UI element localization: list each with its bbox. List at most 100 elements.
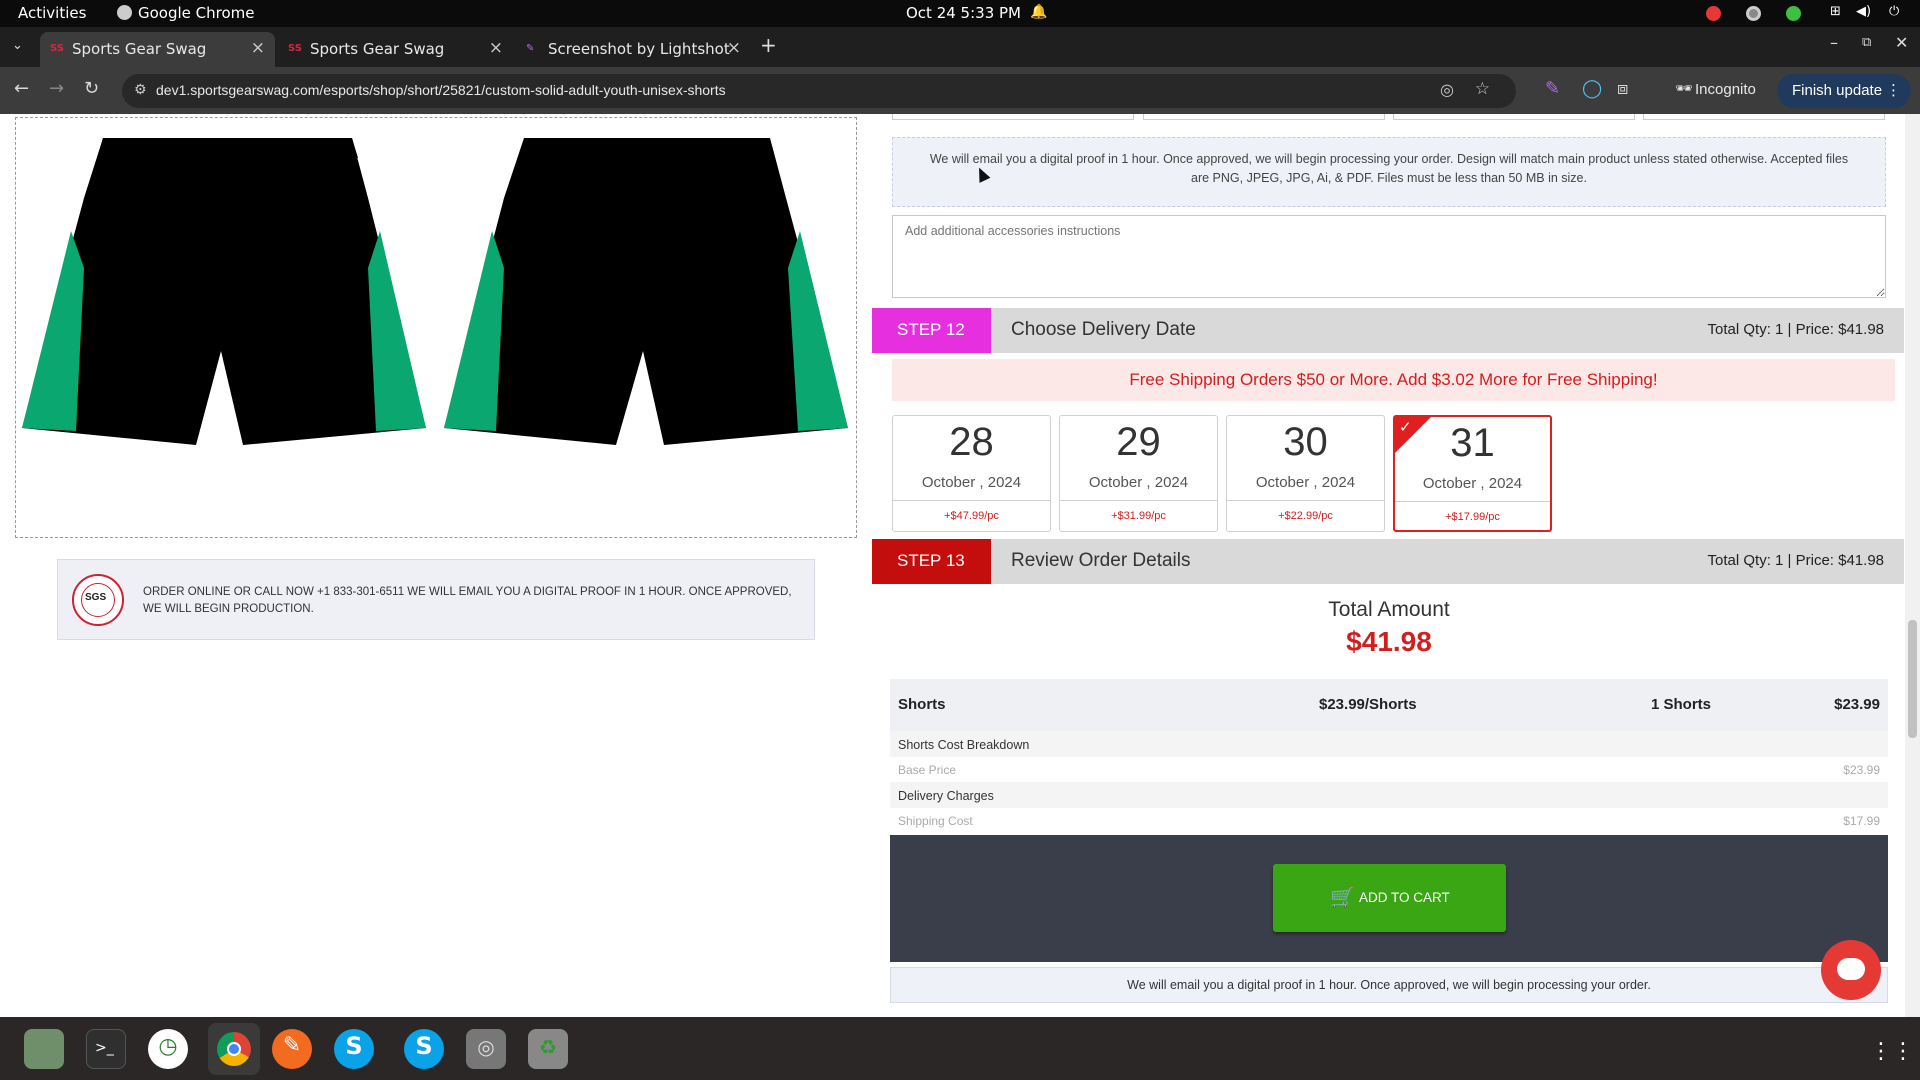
base-price-value: $23.99	[1843, 763, 1880, 777]
bookmark-star-icon[interactable]: ☆	[1475, 79, 1490, 99]
shorts-preview-image	[22, 138, 848, 445]
power-icon[interactable]: ⏻	[1889, 4, 1899, 19]
accessory-input-2[interactable]	[1143, 114, 1385, 120]
step12-qty-price: Total Qty: 1 | Price: $41.98	[1707, 321, 1884, 338]
tab-close-icon[interactable]: ×	[489, 38, 503, 58]
forward-icon[interactable]: →	[49, 78, 64, 99]
bell-icon[interactable]: 🔔	[1030, 4, 1047, 20]
restore-icon[interactable]: ⧉	[1862, 35, 1871, 50]
finish-update-button[interactable]: Finish update ⋮	[1777, 74, 1911, 108]
item-name: Shorts	[898, 696, 946, 713]
delivery-label: Delivery Charges	[898, 789, 994, 803]
tab-sports-gear-swag-2[interactable]: SS Sports Gear Swag ×	[278, 32, 513, 67]
accessory-input-1[interactable]	[892, 114, 1134, 120]
inkscape-icon[interactable]: ✎	[272, 1029, 312, 1069]
accessory-input-4[interactable]	[1643, 114, 1885, 120]
date-month: October , 2024	[1255, 474, 1356, 491]
step12-header: STEP 12 Choose Delivery Date Total Qty: …	[872, 308, 1904, 353]
skype-preview-icon[interactable]: S	[404, 1029, 444, 1069]
step13-header: STEP 13 Review Order Details Total Qty: …	[872, 539, 1904, 584]
total-amount-panel: Total Amount $41.98	[890, 590, 1888, 668]
back-icon[interactable]: ←	[14, 78, 29, 99]
date-price: +$22.99/pc	[1227, 500, 1384, 532]
files-icon[interactable]	[24, 1029, 64, 1069]
tab-title: Sports Gear Swag	[72, 40, 207, 58]
reload-icon[interactable]: ↻	[84, 78, 99, 99]
shipping-value: $17.99	[1843, 814, 1880, 828]
trash-icon[interactable]: ♻	[528, 1029, 568, 1069]
delivery-date-29[interactable]: 29 October , 2024 +$31.99/pc	[1059, 415, 1218, 532]
accessories-notice: We will email you a digital proof in 1 h…	[892, 137, 1886, 207]
incognito-icon: 🕶	[1675, 81, 1693, 97]
app-name[interactable]: Google Chrome	[138, 4, 255, 22]
breakdown-label: Shorts Cost Breakdown	[898, 738, 1030, 752]
address-bar[interactable]: ⚙ dev1.sportsgearswag.com/esports/shop/s…	[122, 74, 1516, 108]
base-price-label: Base Price	[898, 763, 957, 777]
step12-title: Choose Delivery Date	[1011, 319, 1196, 340]
finish-update-label: Finish update	[1792, 82, 1883, 99]
tab-sports-gear-swag-1[interactable]: SS Sports Gear Swag ×	[40, 32, 275, 67]
delivery-date-31[interactable]: ✓ 31 October , 2024 +$17.99/pc	[1393, 415, 1552, 532]
page-scrollbar[interactable]	[1905, 114, 1920, 1017]
extensions-icon[interactable]: ⧈	[1617, 78, 1628, 99]
cart-icon: 🛒	[1330, 885, 1355, 909]
menu-dots-icon[interactable]: ⋮	[1886, 81, 1901, 99]
tab-lightshot[interactable]: ✎ Screenshot by Lightshot ×	[516, 32, 751, 67]
item-qty: 1 Shorts	[1651, 696, 1712, 713]
add-to-cart-panel: 🛒 ADD TO CART	[890, 835, 1888, 962]
tab-close-icon[interactable]: ×	[251, 38, 265, 58]
seal-logo-icon: SGS	[72, 574, 124, 626]
tab-search-icon[interactable]: ⌄	[12, 38, 23, 53]
screen-share-icon[interactable]	[1746, 6, 1761, 21]
network-icon[interactable]: ⊞	[1830, 4, 1841, 19]
sgs-favicon-icon: SS	[50, 43, 64, 54]
base-price-row: Base Price $23.99	[890, 757, 1888, 782]
eye-off-icon[interactable]: ◎	[1440, 80, 1454, 99]
record-indicator-icon[interactable]	[1706, 6, 1721, 21]
date-price: +$17.99/pc	[1395, 501, 1550, 533]
url-text[interactable]: dev1.sportsgearswag.com/esports/shop/sho…	[156, 82, 726, 98]
system-top-bar: Activities Google Chrome Oct 24 5:33 PM …	[0, 0, 1920, 27]
app-grid-icon[interactable]: ⋮⋮⋮	[1870, 1039, 1920, 1064]
skype-icon[interactable]: S	[334, 1029, 374, 1069]
accessories-instructions-input[interactable]	[892, 215, 1886, 298]
chat-widget-button[interactable]	[1821, 940, 1881, 1000]
activities-button[interactable]: Activities	[18, 4, 86, 22]
clock[interactable]: Oct 24 5:33 PM	[906, 4, 1021, 22]
shorts-front	[22, 138, 426, 445]
lightshot-extension-icon[interactable]: ✎	[1545, 78, 1560, 99]
close-window-icon[interactable]: ✕	[1895, 33, 1908, 52]
date-day: 29	[1116, 420, 1161, 464]
step13-tag: STEP 13	[872, 539, 991, 584]
tab-title: Screenshot by Lightshot	[548, 40, 730, 58]
new-tab-icon[interactable]: +	[760, 33, 777, 57]
tab-close-icon[interactable]: ×	[727, 38, 741, 58]
item-unit-price: $23.99/Shorts	[1319, 696, 1417, 713]
sgs-favicon-icon: SS	[288, 43, 302, 54]
disk-icon[interactable]: ◎	[466, 1029, 506, 1069]
delivery-date-30[interactable]: 30 October , 2024 +$22.99/pc	[1226, 415, 1385, 532]
minimize-icon[interactable]: –	[1830, 33, 1838, 52]
step13-title: Review Order Details	[1011, 550, 1191, 571]
order-info-banner: SGS ORDER ONLINE OR CALL NOW +1 833-301-…	[57, 559, 815, 640]
chrome-dock-item[interactable]	[208, 1023, 260, 1075]
color-extension-icon[interactable]: ◯	[1582, 78, 1602, 99]
terminal-icon[interactable]: >_	[86, 1029, 126, 1069]
date-month: October , 2024	[1422, 475, 1523, 492]
date-day: 31	[1450, 421, 1495, 465]
scrollbar-thumb[interactable]	[1908, 620, 1917, 738]
volume-icon[interactable]: ◀)	[1856, 4, 1871, 19]
accessory-input-3[interactable]	[1393, 114, 1635, 120]
free-shipping-banner: Free Shipping Orders $50 or More. Add $3…	[892, 359, 1895, 401]
timeshift-icon[interactable]: ◷	[148, 1029, 188, 1069]
date-price: +$47.99/pc	[893, 500, 1050, 532]
site-info-icon[interactable]: ⚙	[134, 82, 147, 98]
delivery-date-28[interactable]: 28 October , 2024 +$47.99/pc	[892, 415, 1051, 532]
delivery-header-row: Delivery Charges	[890, 782, 1888, 808]
chrome-app-icon	[117, 5, 132, 20]
add-to-cart-button[interactable]: 🛒 ADD TO CART	[1273, 864, 1506, 932]
date-month: October , 2024	[1088, 474, 1189, 491]
product-preview-frame	[15, 117, 857, 538]
shield-status-icon[interactable]	[1786, 6, 1801, 21]
date-day: 30	[1283, 420, 1328, 464]
